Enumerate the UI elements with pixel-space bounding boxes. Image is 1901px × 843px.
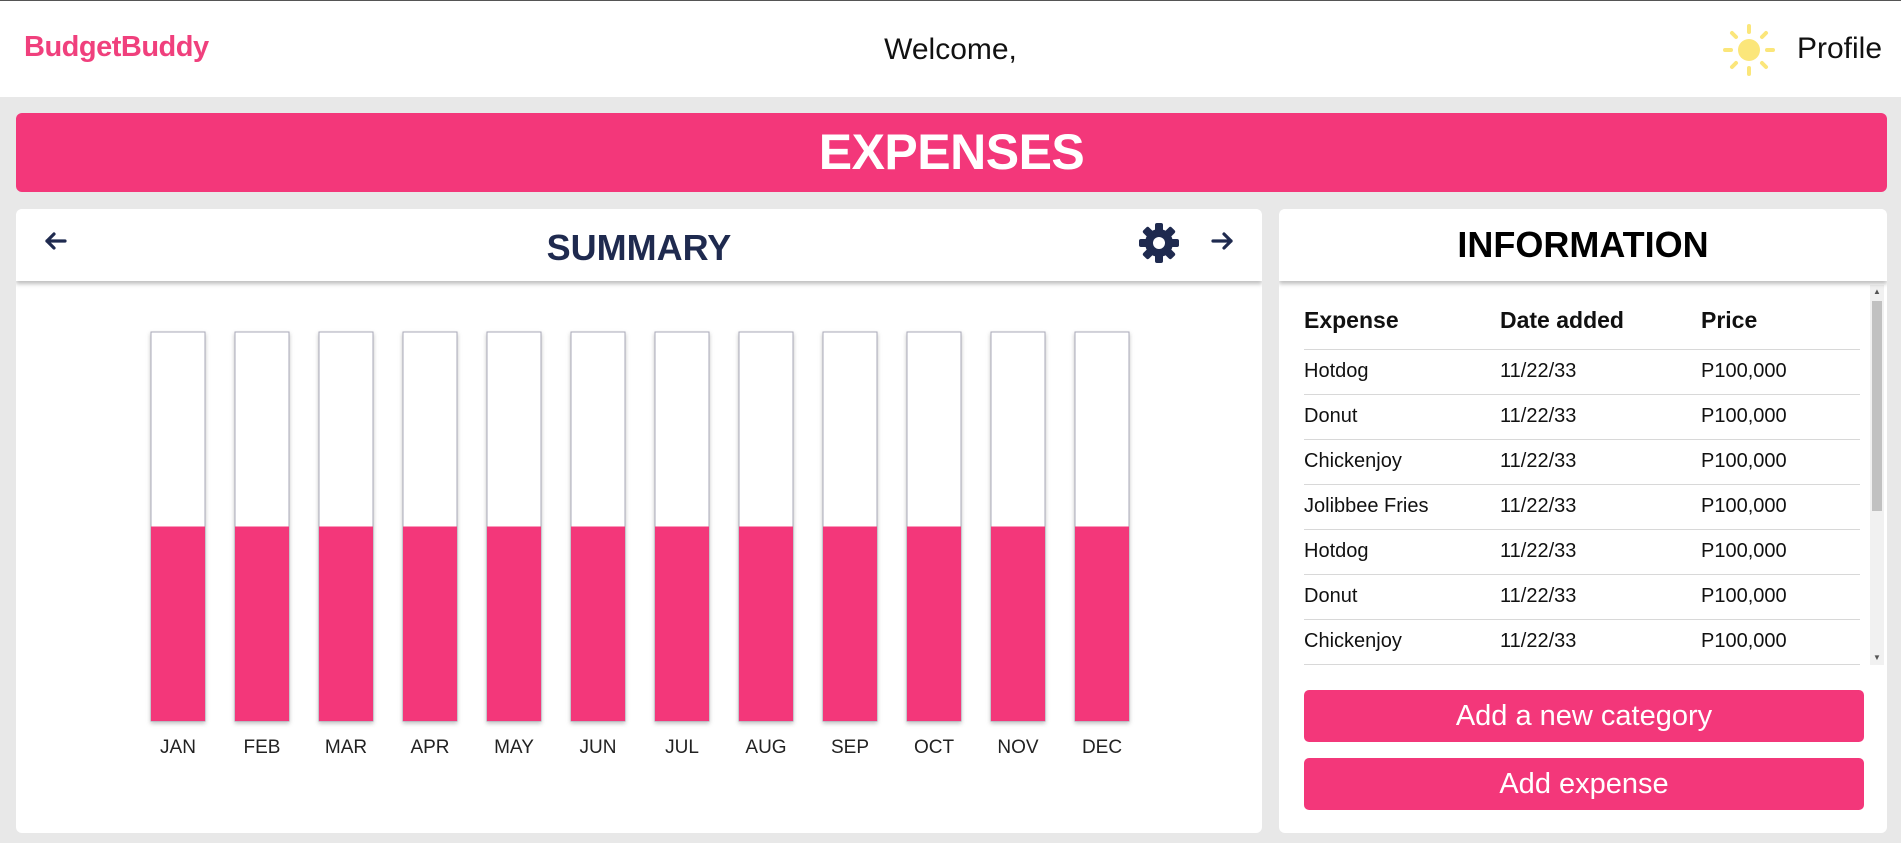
- summary-header: SUMMARY: [16, 209, 1262, 281]
- bar-nov: [991, 526, 1045, 721]
- table-row: Hotdog 11/22/33 P100,000: [1304, 349, 1860, 395]
- bar-mar: [319, 526, 373, 721]
- date-cell: 11/22/33: [1500, 394, 1701, 440]
- expense-cell: Chickenjoy: [1304, 439, 1500, 485]
- expense-cell: Donut: [1304, 394, 1500, 440]
- bar-jul: [655, 526, 709, 721]
- scroll-down-arrow-icon[interactable]: ▼: [1870, 651, 1884, 665]
- information-panel: INFORMATION Expense Date added Price Hot…: [1279, 209, 1887, 833]
- bar-oct: [907, 526, 961, 721]
- table-scrollbar[interactable]: ▲ ▼: [1870, 285, 1884, 665]
- date-cell: 11/22/33: [1500, 529, 1701, 575]
- top-bar: BudgetBuddy Welcome, Profile: [0, 0, 1901, 97]
- add-expense-button[interactable]: Add expense: [1304, 758, 1864, 810]
- price-cell: P100,000: [1701, 619, 1860, 665]
- price-cell: P100,000: [1701, 349, 1860, 395]
- tick-label-apr: APR: [410, 737, 449, 758]
- bar-jun: [571, 526, 625, 721]
- tick-label-jun: JUN: [580, 737, 617, 758]
- tick-label-nov: NOV: [997, 737, 1039, 758]
- bar-dec: [1075, 526, 1129, 721]
- welcome-text: Welcome,: [884, 33, 1017, 66]
- table-row: Chickenjoy 11/22/33 P100,000: [1304, 619, 1860, 665]
- tick-label-jan: JAN: [160, 737, 196, 758]
- date-cell: 11/22/33: [1500, 484, 1701, 530]
- expense-cell: Chickenjoy: [1304, 619, 1500, 665]
- table-header-row: Expense Date added Price: [1304, 293, 1860, 350]
- bar-aug: [739, 526, 793, 721]
- arrow-right-icon[interactable]: [1208, 227, 1236, 255]
- date-cell: 11/22/33: [1500, 439, 1701, 485]
- bar-feb: [235, 526, 289, 721]
- date-cell: 11/22/33: [1500, 619, 1701, 665]
- sun-icon[interactable]: [1722, 23, 1776, 77]
- scrollbar-thumb[interactable]: [1872, 301, 1882, 511]
- expense-table-container[interactable]: Expense Date added Price Hotdog 11/22/33…: [1279, 281, 1887, 665]
- tick-label-dec: DEC: [1082, 737, 1122, 758]
- summary-panel: SUMMARY JAN FEB MAR APR MAY JUN JUL AUG …: [16, 209, 1262, 833]
- price-cell: P100,000: [1701, 394, 1860, 440]
- tick-label-jul: JUL: [665, 737, 699, 758]
- expense-table: Expense Date added Price Hotdog 11/22/33…: [1304, 293, 1860, 665]
- page-title: EXPENSES: [818, 124, 1085, 180]
- bar-jan: [151, 526, 205, 721]
- information-header: INFORMATION: [1279, 209, 1887, 281]
- monthly-expense-chart: JAN FEB MAR APR MAY JUN JUL AUG SEP OCT NOV DEC: [150, 331, 1130, 758]
- price-cell: P100,000: [1701, 439, 1860, 485]
- column-header-date: Date added: [1500, 293, 1701, 350]
- bar-apr: [403, 526, 457, 721]
- add-category-button[interactable]: Add a new category: [1304, 690, 1864, 742]
- price-cell: P100,000: [1701, 484, 1860, 530]
- date-cell: 11/22/33: [1500, 349, 1701, 395]
- tick-label-mar: MAR: [325, 737, 367, 758]
- date-cell: 11/22/33: [1500, 574, 1701, 620]
- expense-cell: Hotdog: [1304, 349, 1500, 395]
- bar-sep: [823, 526, 877, 721]
- table-row: Hotdog 11/22/33 P100,000: [1304, 529, 1860, 575]
- page-banner: EXPENSES: [16, 113, 1887, 192]
- table-row: Chickenjoy 11/22/33 P100,000: [1304, 439, 1860, 485]
- table-row: Donut 11/22/33 P100,000: [1304, 394, 1860, 440]
- information-title: INFORMATION: [1457, 224, 1709, 265]
- price-cell: P100,000: [1701, 574, 1860, 620]
- table-row: Donut 11/22/33 P100,000: [1304, 574, 1860, 620]
- column-header-price: Price: [1701, 293, 1860, 350]
- expense-cell: Hotdog: [1304, 529, 1500, 575]
- scroll-up-arrow-icon[interactable]: ▲: [1870, 285, 1884, 299]
- tick-label-sep: SEP: [831, 737, 869, 758]
- expense-cell: Jolibbee Fries: [1304, 484, 1500, 530]
- tick-label-aug: AUG: [745, 737, 786, 758]
- summary-title: SUMMARY: [546, 227, 732, 268]
- tick-label-oct: OCT: [914, 737, 955, 758]
- price-cell: P100,000: [1701, 529, 1860, 575]
- tick-label-feb: FEB: [244, 737, 281, 758]
- table-row: Jolibbee Fries 11/22/33 P100,000: [1304, 484, 1860, 530]
- tick-label-may: MAY: [494, 737, 534, 758]
- profile-link[interactable]: Profile: [1797, 32, 1882, 66]
- column-header-expense: Expense: [1304, 293, 1500, 350]
- expense-cell: Donut: [1304, 574, 1500, 620]
- bar-may: [487, 526, 541, 721]
- gear-icon[interactable]: [1138, 222, 1180, 264]
